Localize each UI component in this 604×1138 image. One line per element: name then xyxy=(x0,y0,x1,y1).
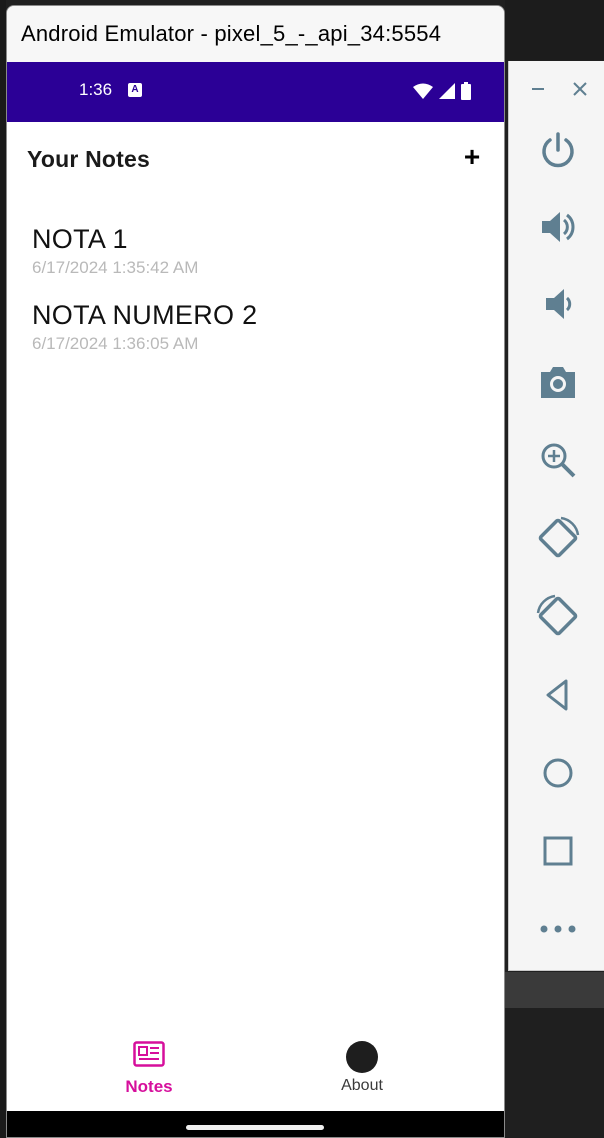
add-note-button[interactable]: + xyxy=(458,143,486,172)
app-bar: Your Notes + xyxy=(7,122,504,198)
background-panel xyxy=(505,0,604,60)
zoom-icon[interactable] xyxy=(533,435,583,485)
emulator-toolbar xyxy=(508,61,604,971)
battery-icon xyxy=(461,82,471,100)
about-icon xyxy=(346,1041,378,1073)
page-title: Your Notes xyxy=(27,146,150,172)
volume-up-icon[interactable] xyxy=(533,202,583,252)
tab-about[interactable]: About xyxy=(237,1033,487,1111)
background-panel xyxy=(505,972,604,1008)
tab-bar: Notes About xyxy=(7,1033,504,1111)
note-title: NOTA 1 xyxy=(32,224,128,254)
gesture-nav-bar xyxy=(7,1111,504,1137)
home-icon[interactable] xyxy=(533,748,583,798)
emulator-title: Android Emulator - pixel_5_-_api_34:5554 xyxy=(7,6,504,62)
background-panel xyxy=(505,1008,604,1138)
minimize-icon[interactable] xyxy=(527,78,549,100)
list-item[interactable]: NOTA NUMERO 2 6/17/2024 1:36:05 AM xyxy=(32,298,484,374)
volume-down-icon[interactable] xyxy=(533,279,583,329)
cellular-signal-icon xyxy=(439,83,455,99)
overview-icon[interactable] xyxy=(533,826,583,876)
status-icons xyxy=(413,82,471,100)
back-icon[interactable] xyxy=(533,670,583,720)
note-title: NOTA NUMERO 2 xyxy=(32,300,258,330)
status-time: 1:36 xyxy=(79,80,113,99)
close-icon[interactable] xyxy=(569,78,591,100)
notes-icon xyxy=(133,1041,165,1067)
status-bar: 1:36 A xyxy=(7,62,504,122)
more-icon[interactable] xyxy=(533,904,583,954)
rotate-left-icon[interactable] xyxy=(533,513,583,563)
home-gesture-handle[interactable] xyxy=(186,1125,324,1130)
power-icon[interactable] xyxy=(533,125,583,175)
note-date: 6/17/2024 1:36:05 AM xyxy=(32,334,199,353)
rotate-right-icon[interactable] xyxy=(533,591,583,641)
note-date: 6/17/2024 1:35:42 AM xyxy=(32,258,199,277)
notification-a-icon: A xyxy=(128,83,142,97)
camera-icon[interactable] xyxy=(533,357,583,407)
wifi-icon xyxy=(413,83,433,99)
emulator-window: Android Emulator - pixel_5_-_api_34:5554… xyxy=(6,5,505,1138)
notes-list: NOTA 1 6/17/2024 1:35:42 AM NOTA NUMERO … xyxy=(32,222,484,374)
phone-screen: 1:36 A Your Notes + NOTA 1 6/17/2024 1:3… xyxy=(7,62,504,1137)
list-item[interactable]: NOTA 1 6/17/2024 1:35:42 AM xyxy=(32,222,484,298)
tab-label-about: About xyxy=(341,1077,383,1094)
